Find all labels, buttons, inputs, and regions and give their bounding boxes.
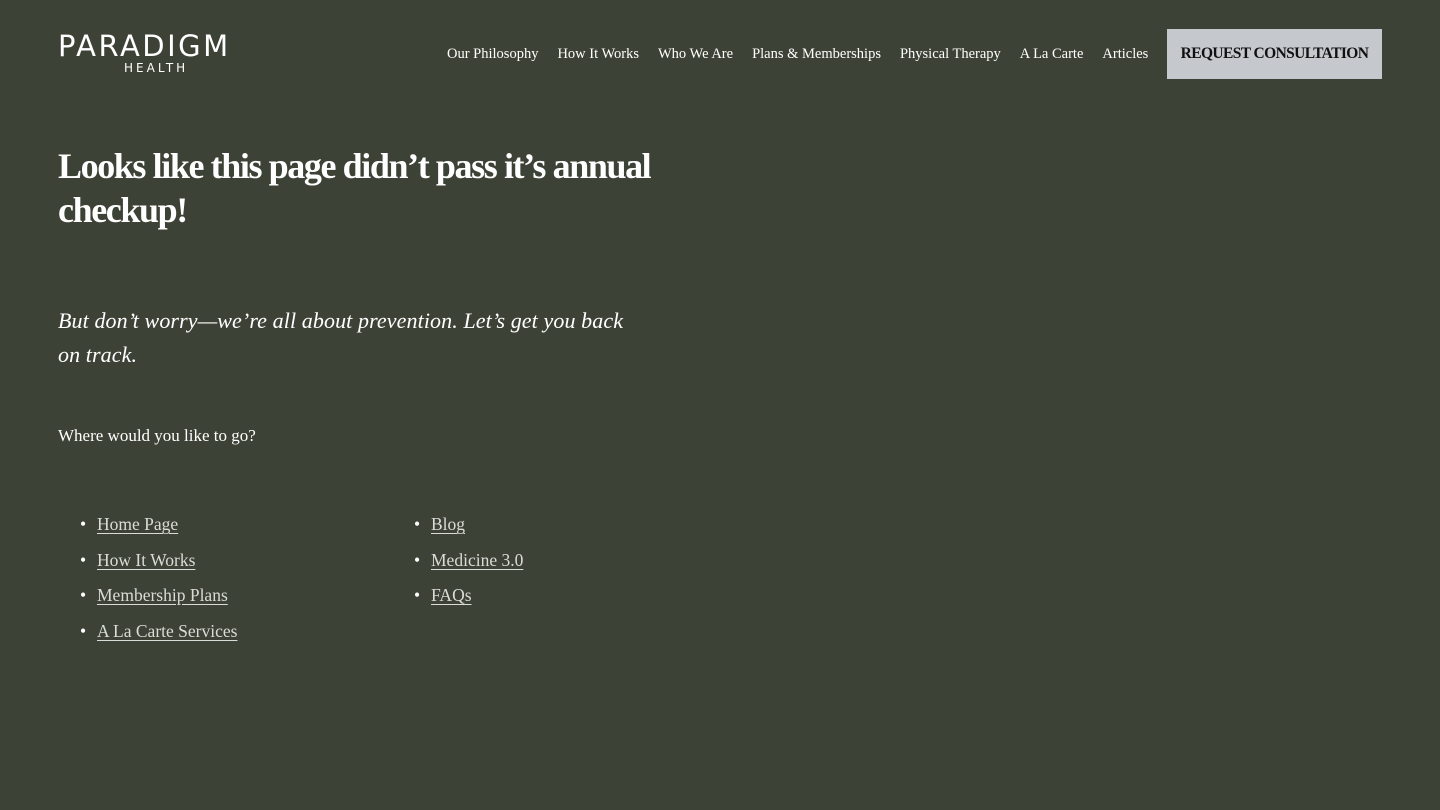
nav-how-it-works[interactable]: How It Works [557,42,639,66]
link-list-right: • Blog • Medicine 3.0 • FAQs [414,510,523,617]
link-how-it-works[interactable]: How It Works [97,550,195,570]
nav-plans-memberships[interactable]: Plans & Memberships [752,42,881,66]
request-consultation-button[interactable]: REQUEST CONSULTATION [1167,29,1382,79]
link-blog[interactable]: Blog [431,514,465,534]
logo-wordmark: PARADIGM [58,29,231,63]
nav-who-we-are[interactable]: Who We Are [658,42,733,66]
list-item: • Medicine 3.0 [414,546,523,582]
link-home-page[interactable]: Home Page [97,514,178,534]
list-item: • Membership Plans [80,581,237,617]
link-membership-plans[interactable]: Membership Plans [97,585,228,605]
link-medicine-3-0[interactable]: Medicine 3.0 [431,550,523,570]
link-faqs[interactable]: FAQs [431,585,472,605]
nav-our-philosophy[interactable]: Our Philosophy [447,42,538,66]
site-header: PARADIGM HEALTH Our Philosophy How It Wo… [0,0,1440,108]
bullet: • [414,549,421,570]
bullet: • [80,514,87,534]
nav-a-la-carte[interactable]: A La Carte [1020,42,1084,66]
list-item: • Home Page [80,510,237,546]
list-item: • How It Works [80,546,237,582]
list-item: • FAQs [414,581,523,617]
bullet: • [80,585,87,605]
paradigm-health-logo[interactable]: PARADIGM HEALTH [58,30,260,76]
link-a-la-carte-services[interactable]: A La Carte Services [97,621,237,641]
bullet: • [414,514,421,534]
page: PARADIGM HEALTH Our Philosophy How It Wo… [0,0,1440,810]
main-nav: Our Philosophy How It Works Who We Are P… [447,42,1167,66]
bullet: • [414,585,421,605]
link-list-left: • Home Page • How It Works • Membership … [80,510,237,652]
list-item: • Blog [414,510,523,546]
logo-subtitle: HEALTH [124,61,189,75]
navigation-prompt: Where would you like to go? [58,426,256,445]
nav-physical-therapy[interactable]: Physical Therapy [900,42,1001,66]
list-item: • A La Carte Services [80,617,237,653]
nav-articles[interactable]: Articles [1102,42,1148,66]
page-title: Looks like this page didn’t pass it’s an… [58,146,652,230]
bullet: • [80,620,87,641]
bullet: • [80,549,87,570]
page-subheading: But don’t worry—we’re all about preventi… [58,308,624,367]
